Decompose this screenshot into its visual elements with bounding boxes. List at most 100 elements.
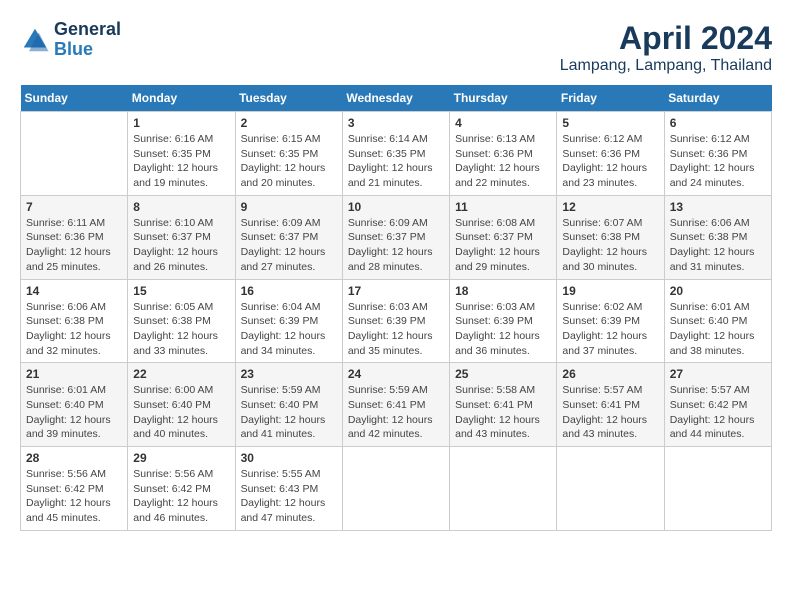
calendar-cell: 13 Sunrise: 6:06 AM Sunset: 6:38 PM Dayli… — [664, 195, 771, 279]
calendar-week-row: 1Sunrise: 6:16 AM Sunset: 6:35 PM Daylig… — [21, 112, 772, 196]
logo-text-blue: Blue — [54, 40, 121, 60]
calendar-cell — [21, 112, 128, 196]
calendar-cell: 18 Sunrise: 6:03 AM Sunset: 6:39 PM Dayli… — [450, 279, 557, 363]
day-info: Sunrise: 5:56 AM Sunset: 6:42 PM Dayligh… — [133, 467, 229, 526]
calendar-cell: 20 Sunrise: 6:01 AM Sunset: 6:40 PM Dayli… — [664, 279, 771, 363]
day-number: 19 — [562, 284, 658, 298]
calendar-header-row: SundayMondayTuesdayWednesdayThursdayFrid… — [21, 85, 772, 112]
day-number: 2 — [241, 116, 337, 130]
day-info: Sunrise: 5:57 AM Sunset: 6:41 PM Dayligh… — [562, 383, 658, 442]
calendar-cell: 17 Sunrise: 6:03 AM Sunset: 6:39 PM Dayli… — [342, 279, 449, 363]
calendar-week-row: 7 Sunrise: 6:11 AM Sunset: 6:36 PM Daylig… — [21, 195, 772, 279]
day-number: 20 — [670, 284, 766, 298]
calendar-cell: 12 Sunrise: 6:07 AM Sunset: 6:38 PM Dayli… — [557, 195, 664, 279]
day-number: 10 — [348, 200, 444, 214]
calendar-cell: 19 Sunrise: 6:02 AM Sunset: 6:39 PM Dayli… — [557, 279, 664, 363]
day-info: Sunrise: 6:05 AM Sunset: 6:38 PM Dayligh… — [133, 300, 229, 359]
calendar-cell: 15 Sunrise: 6:05 AM Sunset: 6:38 PM Dayli… — [128, 279, 235, 363]
day-number: 16 — [241, 284, 337, 298]
calendar-cell: 9 Sunrise: 6:09 AM Sunset: 6:37 PM Daylig… — [235, 195, 342, 279]
calendar-cell: 16 Sunrise: 6:04 AM Sunset: 6:39 PM Dayli… — [235, 279, 342, 363]
calendar-cell: 27 Sunrise: 5:57 AM Sunset: 6:42 PM Dayli… — [664, 363, 771, 447]
calendar-title: April 2024 — [560, 20, 772, 57]
day-info: Sunrise: 6:02 AM Sunset: 6:39 PM Dayligh… — [562, 300, 658, 359]
day-number: 7 — [26, 200, 122, 214]
day-info: Sunrise: 6:09 AM Sunset: 6:37 PM Dayligh… — [348, 216, 444, 275]
calendar-cell: 28 Sunrise: 5:56 AM Sunset: 6:42 PM Dayli… — [21, 447, 128, 531]
calendar-cell: 7 Sunrise: 6:11 AM Sunset: 6:36 PM Daylig… — [21, 195, 128, 279]
calendar-cell: 4 Sunrise: 6:13 AM Sunset: 6:36 PM Daylig… — [450, 112, 557, 196]
day-number: 11 — [455, 200, 551, 214]
page-header: General Blue April 2024 Lampang, Lampang… — [20, 20, 772, 75]
calendar-cell — [557, 447, 664, 531]
calendar-cell: 24Sunrise: 5:59 AM Sunset: 6:41 PM Dayli… — [342, 363, 449, 447]
calendar-cell: 11Sunrise: 6:08 AM Sunset: 6:37 PM Dayli… — [450, 195, 557, 279]
calendar-cell: 8 Sunrise: 6:10 AM Sunset: 6:37 PM Daylig… — [128, 195, 235, 279]
calendar-table: SundayMondayTuesdayWednesdayThursdayFrid… — [20, 85, 772, 531]
day-number: 22 — [133, 367, 229, 381]
day-number: 5 — [562, 116, 658, 130]
header-tuesday: Tuesday — [235, 85, 342, 112]
day-info: Sunrise: 6:03 AM Sunset: 6:39 PM Dayligh… — [455, 300, 551, 359]
day-info: Sunrise: 5:55 AM Sunset: 6:43 PM Dayligh… — [241, 467, 337, 526]
calendar-cell: 29 Sunrise: 5:56 AM Sunset: 6:42 PM Dayli… — [128, 447, 235, 531]
day-number: 26 — [562, 367, 658, 381]
day-number: 24 — [348, 367, 444, 381]
day-number: 27 — [670, 367, 766, 381]
day-info: Sunrise: 6:13 AM Sunset: 6:36 PM Dayligh… — [455, 132, 551, 191]
day-info: Sunrise: 6:14 AM Sunset: 6:35 PM Dayligh… — [348, 132, 444, 191]
day-info: Sunrise: 6:10 AM Sunset: 6:37 PM Dayligh… — [133, 216, 229, 275]
calendar-cell — [342, 447, 449, 531]
day-number: 21 — [26, 367, 122, 381]
day-number: 14 — [26, 284, 122, 298]
day-info: Sunrise: 6:06 AM Sunset: 6:38 PM Dayligh… — [670, 216, 766, 275]
logo-icon — [20, 25, 50, 55]
calendar-week-row: 21 Sunrise: 6:01 AM Sunset: 6:40 PM Dayli… — [21, 363, 772, 447]
day-number: 13 — [670, 200, 766, 214]
logo: General Blue — [20, 20, 121, 60]
day-number: 4 — [455, 116, 551, 130]
day-number: 30 — [241, 451, 337, 465]
calendar-cell: 5 Sunrise: 6:12 AM Sunset: 6:36 PM Daylig… — [557, 112, 664, 196]
header-friday: Friday — [557, 85, 664, 112]
day-info: Sunrise: 6:00 AM Sunset: 6:40 PM Dayligh… — [133, 383, 229, 442]
day-number: 3 — [348, 116, 444, 130]
day-number: 9 — [241, 200, 337, 214]
day-number: 29 — [133, 451, 229, 465]
day-number: 23 — [241, 367, 337, 381]
calendar-cell: 3 Sunrise: 6:14 AM Sunset: 6:35 PM Daylig… — [342, 112, 449, 196]
calendar-cell — [664, 447, 771, 531]
day-number: 15 — [133, 284, 229, 298]
day-info: Sunrise: 5:59 AM Sunset: 6:40 PM Dayligh… — [241, 383, 337, 442]
day-info: Sunrise: 6:03 AM Sunset: 6:39 PM Dayligh… — [348, 300, 444, 359]
day-number: 8 — [133, 200, 229, 214]
day-number: 6 — [670, 116, 766, 130]
calendar-cell: 1Sunrise: 6:16 AM Sunset: 6:35 PM Daylig… — [128, 112, 235, 196]
day-info: Sunrise: 6:04 AM Sunset: 6:39 PM Dayligh… — [241, 300, 337, 359]
calendar-week-row: 14 Sunrise: 6:06 AM Sunset: 6:38 PM Dayli… — [21, 279, 772, 363]
day-info: Sunrise: 6:12 AM Sunset: 6:36 PM Dayligh… — [562, 132, 658, 191]
day-info: Sunrise: 6:11 AM Sunset: 6:36 PM Dayligh… — [26, 216, 122, 275]
calendar-cell: 22 Sunrise: 6:00 AM Sunset: 6:40 PM Dayli… — [128, 363, 235, 447]
day-info: Sunrise: 6:01 AM Sunset: 6:40 PM Dayligh… — [26, 383, 122, 442]
header-saturday: Saturday — [664, 85, 771, 112]
day-number: 12 — [562, 200, 658, 214]
day-info: Sunrise: 5:57 AM Sunset: 6:42 PM Dayligh… — [670, 383, 766, 442]
day-info: Sunrise: 5:56 AM Sunset: 6:42 PM Dayligh… — [26, 467, 122, 526]
day-number: 1 — [133, 116, 229, 130]
day-number: 28 — [26, 451, 122, 465]
day-info: Sunrise: 6:01 AM Sunset: 6:40 PM Dayligh… — [670, 300, 766, 359]
title-block: April 2024 Lampang, Lampang, Thailand — [560, 20, 772, 75]
calendar-cell: 14 Sunrise: 6:06 AM Sunset: 6:38 PM Dayli… — [21, 279, 128, 363]
day-info: Sunrise: 6:09 AM Sunset: 6:37 PM Dayligh… — [241, 216, 337, 275]
day-info: Sunrise: 5:58 AM Sunset: 6:41 PM Dayligh… — [455, 383, 551, 442]
logo-text-general: General — [54, 20, 121, 40]
day-info: Sunrise: 6:07 AM Sunset: 6:38 PM Dayligh… — [562, 216, 658, 275]
day-info: Sunrise: 6:12 AM Sunset: 6:36 PM Dayligh… — [670, 132, 766, 191]
day-number: 17 — [348, 284, 444, 298]
calendar-cell: 26 Sunrise: 5:57 AM Sunset: 6:41 PM Dayli… — [557, 363, 664, 447]
calendar-cell: 23 Sunrise: 5:59 AM Sunset: 6:40 PM Dayli… — [235, 363, 342, 447]
calendar-cell: 10 Sunrise: 6:09 AM Sunset: 6:37 PM Dayli… — [342, 195, 449, 279]
day-number: 18 — [455, 284, 551, 298]
day-info: Sunrise: 6:06 AM Sunset: 6:38 PM Dayligh… — [26, 300, 122, 359]
